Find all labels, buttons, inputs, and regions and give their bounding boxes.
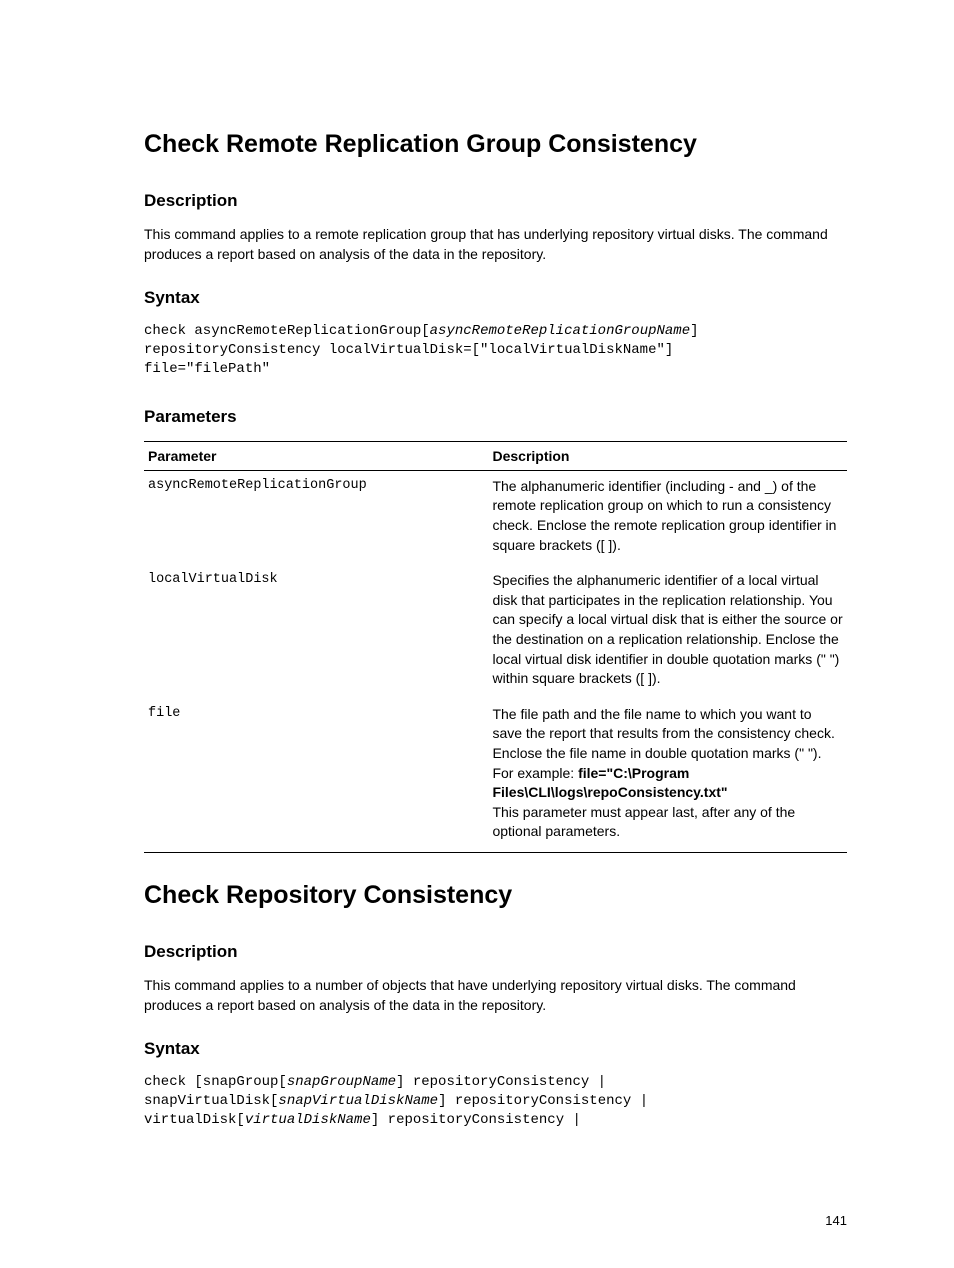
section-title-1: Check Remote Replication Group Consisten…: [144, 130, 847, 159]
param-name: file: [144, 699, 488, 853]
syntax-heading-2: Syntax: [144, 1039, 847, 1059]
table-row: localVirtualDisk Specifies the alphanume…: [144, 565, 847, 699]
section-title-2: Check Repository Consistency: [144, 881, 847, 910]
syntax-block-2: check [snapGroup[snapGroupName] reposito…: [144, 1073, 847, 1130]
table-row: asyncRemoteReplicationGroup The alphanum…: [144, 470, 847, 565]
param-desc: The file path and the file name to which…: [488, 699, 847, 853]
param-name: asyncRemoteReplicationGroup: [144, 470, 488, 565]
param-desc: Specifies the alphanumeric identifier of…: [488, 565, 847, 699]
table-header-description: Description: [488, 441, 847, 470]
syntax-heading-1: Syntax: [144, 288, 847, 308]
description-heading-1: Description: [144, 191, 847, 211]
syntax-block-1: check asyncRemoteReplicationGroup[asyncR…: [144, 322, 847, 379]
table-row: file The file path and the file name to …: [144, 699, 847, 853]
table-header-parameter: Parameter: [144, 441, 488, 470]
description-text-2: This command applies to a number of obje…: [144, 976, 847, 1015]
param-name: localVirtualDisk: [144, 565, 488, 699]
param-desc: The alphanumeric identifier (including -…: [488, 470, 847, 565]
page-number: 141: [825, 1213, 847, 1228]
parameters-heading: Parameters: [144, 407, 847, 427]
description-heading-2: Description: [144, 942, 847, 962]
description-text-1: This command applies to a remote replica…: [144, 225, 847, 264]
parameters-table: Parameter Description asyncRemoteReplica…: [144, 441, 847, 853]
